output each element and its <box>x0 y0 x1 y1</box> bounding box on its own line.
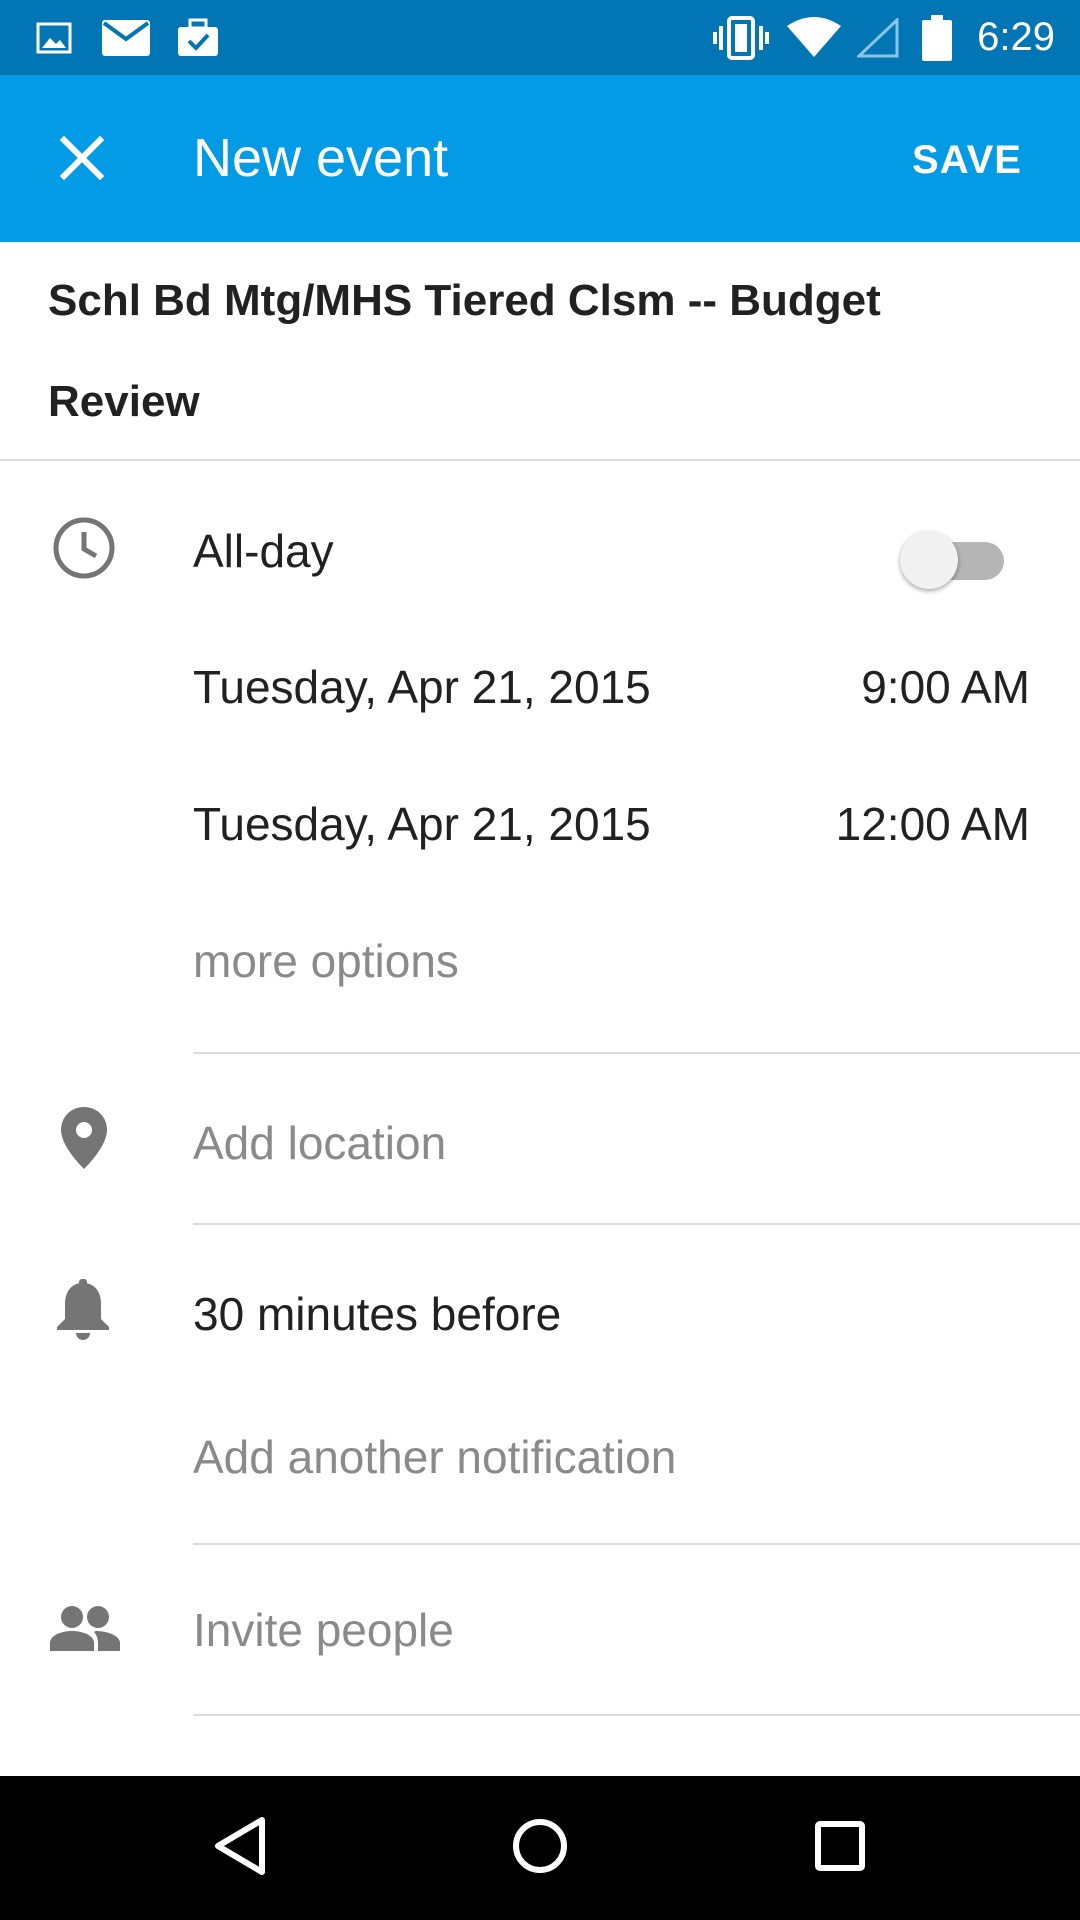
home-icon <box>512 1818 568 1879</box>
home-button[interactable] <box>490 1798 590 1898</box>
recents-button[interactable] <box>790 1798 890 1898</box>
clock-icon <box>48 512 120 584</box>
app-bar: New event SAVE <box>0 75 1080 242</box>
divider <box>0 459 1080 461</box>
people-icon <box>44 1600 126 1656</box>
end-time[interactable]: 12:00 AM <box>836 794 1030 854</box>
all-day-toggle[interactable] <box>900 525 1008 589</box>
clock-time: 6:29 <box>977 15 1055 59</box>
divider <box>193 1543 1080 1545</box>
page-title: New event <box>193 128 449 188</box>
divider <box>193 1223 1080 1225</box>
divider <box>193 1052 1080 1054</box>
briefcase-check-icon <box>174 0 222 75</box>
mail-icon <box>100 0 152 75</box>
battery-icon <box>920 0 954 75</box>
recents-icon <box>815 1820 865 1876</box>
back-icon <box>212 1816 268 1881</box>
close-button[interactable] <box>40 118 124 202</box>
cell-signal-icon <box>856 0 900 75</box>
back-button[interactable] <box>190 1798 290 1898</box>
save-button[interactable]: SAVE <box>902 125 1032 195</box>
toggle-thumb <box>900 531 958 589</box>
image-icon <box>34 0 74 75</box>
end-date[interactable]: Tuesday, Apr 21, 2015 <box>193 794 651 854</box>
event-title-input[interactable]: Schl Bd Mtg/MHS Tiered Clsm -- Budget Re… <box>48 250 1008 452</box>
all-day-label: All-day <box>193 525 334 577</box>
location-pin-icon <box>50 1102 118 1174</box>
location-input[interactable]: Add location <box>193 1113 446 1173</box>
invite-people-input[interactable]: Invite people <box>193 1600 454 1660</box>
add-notification-link[interactable]: Add another notification <box>193 1427 676 1487</box>
divider <box>193 1714 1080 1716</box>
start-time[interactable]: 9:00 AM <box>861 657 1030 717</box>
status-bar: 6:29 <box>0 0 1080 75</box>
vibrate-icon <box>712 0 770 75</box>
wifi-icon <box>786 0 842 75</box>
navigation-bar <box>0 1776 1080 1920</box>
notification-item[interactable]: 30 minutes before <box>193 1284 561 1344</box>
start-date[interactable]: Tuesday, Apr 21, 2015 <box>193 657 651 717</box>
more-options-link[interactable]: more options <box>193 931 459 991</box>
close-icon <box>59 135 105 185</box>
bell-icon <box>50 1274 116 1346</box>
